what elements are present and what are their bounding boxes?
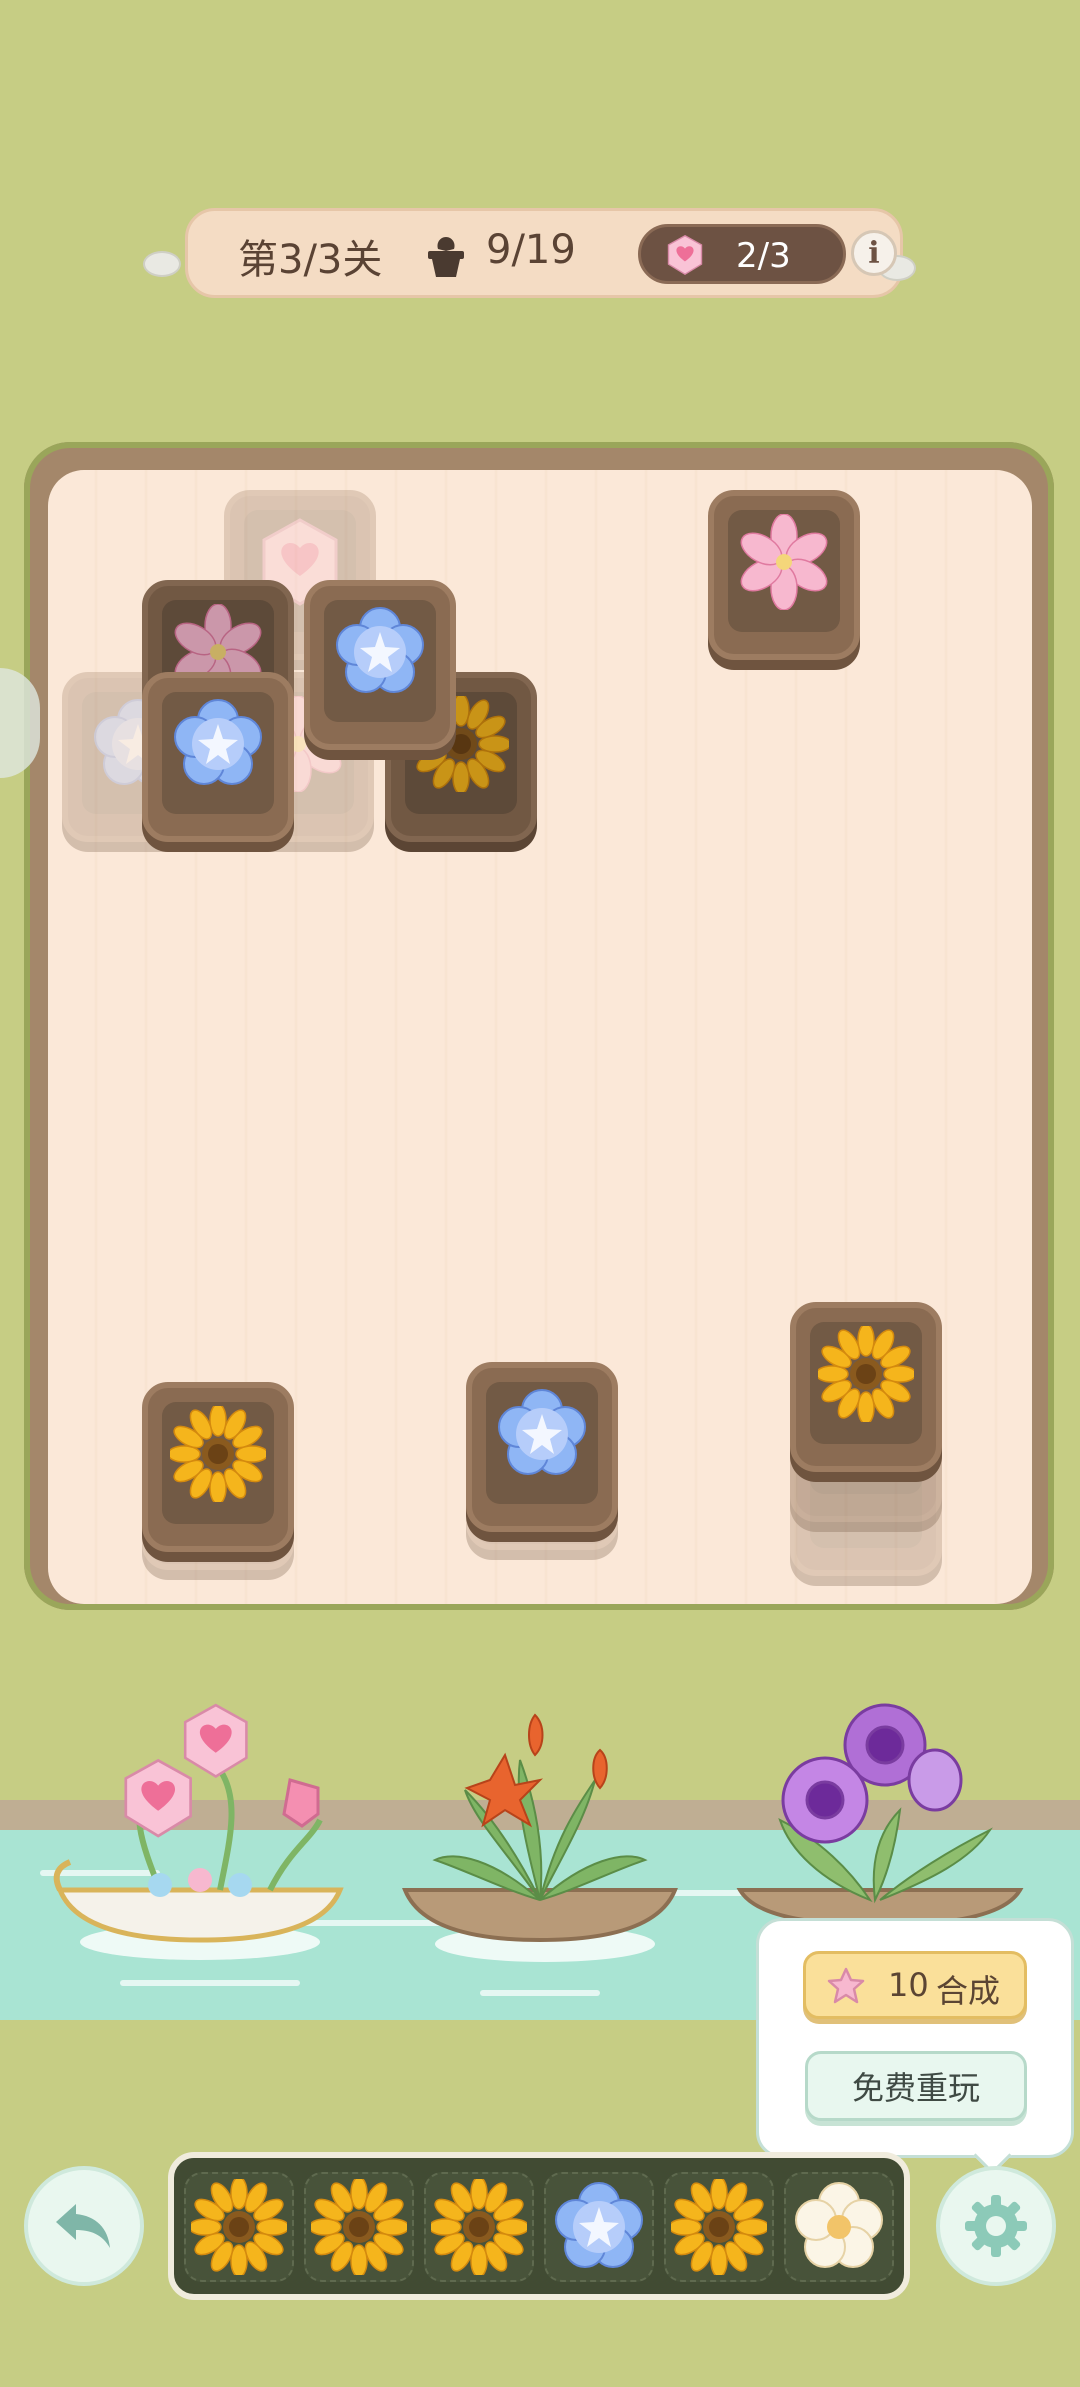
compose-cost: 10 xyxy=(888,1966,929,2004)
tile-pinklily[interactable] xyxy=(708,490,860,660)
heart-gem-icon xyxy=(667,235,703,275)
undo-arrow-icon xyxy=(56,2204,110,2248)
tile-tray xyxy=(168,2152,910,2300)
gem-progress-pill: 2/3 xyxy=(638,224,846,284)
purple-flower-boat xyxy=(736,1703,1024,1928)
tray-slot xyxy=(544,2172,654,2282)
info-button[interactable]: i xyxy=(851,230,897,276)
free-replay-button[interactable]: 免费重玩 xyxy=(805,2051,1027,2121)
tile-blueflower[interactable] xyxy=(304,580,456,750)
tray-slot xyxy=(784,2172,894,2282)
settings-popup: 10 合成 免费重玩 xyxy=(756,1918,1074,2175)
tray-slot xyxy=(664,2172,774,2282)
pot-progress: 9/19 xyxy=(486,227,576,273)
settings-button[interactable] xyxy=(936,2166,1056,2286)
compose-label: 合成 xyxy=(936,1972,1001,2010)
gem-flower-boat xyxy=(53,1703,344,1960)
tray-slot xyxy=(184,2172,294,2282)
level-hud: 第3/3关 9/19 2/3 xyxy=(143,208,916,298)
tile-blueflower[interactable] xyxy=(466,1362,618,1532)
undo-button[interactable] xyxy=(24,2166,144,2286)
lily-plant-boat xyxy=(402,1713,678,1962)
star-icon xyxy=(827,1967,865,2004)
flower-pot-icon xyxy=(428,237,464,277)
gem-progress: 2/3 xyxy=(736,236,791,276)
tile-sunflower[interactable] xyxy=(142,1382,294,1552)
tray-slot xyxy=(304,2172,414,2282)
compose-button[interactable]: 10 合成 xyxy=(803,1951,1027,2019)
tile-blueflower[interactable] xyxy=(142,672,294,842)
tile-sunflower[interactable] xyxy=(790,1302,942,1472)
gear-icon xyxy=(965,2195,1027,2257)
level-indicator: 第3/3关 xyxy=(238,237,383,283)
tray-slot xyxy=(424,2172,534,2282)
